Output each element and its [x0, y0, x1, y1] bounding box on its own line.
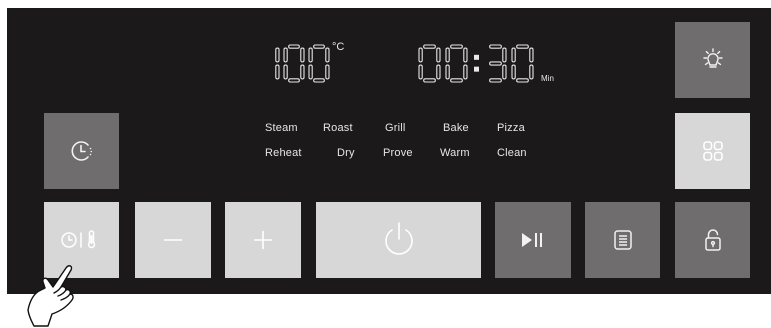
timer-colon-dot	[474, 66, 479, 72]
digit-segment	[489, 44, 502, 49]
digit-segment	[418, 64, 423, 80]
play-pause-icon	[522, 233, 542, 247]
clock-dotted-icon	[70, 141, 92, 161]
plus-button[interactable]	[225, 202, 301, 278]
mode-roast: Roast	[323, 122, 353, 134]
digit-segment	[423, 78, 436, 83]
digit-segment	[445, 64, 450, 80]
light-button[interactable]	[675, 22, 750, 98]
list-icon	[613, 230, 632, 250]
digit-segment	[288, 44, 300, 49]
digit-segment	[445, 47, 450, 63]
digit-segment	[463, 47, 468, 63]
recipe-button[interactable]	[585, 202, 660, 278]
digit-segment	[489, 78, 502, 83]
clock-thermometer-icon	[60, 230, 95, 249]
timer-colon-dot	[474, 54, 479, 60]
digit-segment	[313, 44, 325, 49]
temperature-unit: °C	[332, 41, 345, 53]
digit-segment	[300, 64, 305, 80]
mode-warm: Warm	[440, 147, 470, 159]
digit-segment	[325, 64, 330, 80]
power-icon	[384, 222, 413, 255]
digit-segment	[275, 47, 280, 63]
digit-segment	[423, 44, 436, 49]
digit-segment	[450, 78, 463, 83]
digit-segment	[516, 78, 529, 83]
mode-reheat: Reheat	[265, 147, 302, 159]
digit-segment	[516, 44, 529, 49]
digit-segment	[502, 47, 507, 63]
power-button[interactable]	[316, 202, 481, 278]
mode-bake: Bake	[443, 122, 469, 134]
mode-clean: Clean	[497, 147, 527, 159]
digit-segment	[275, 64, 280, 80]
minus-icon	[164, 239, 182, 241]
digit-segment	[511, 64, 516, 80]
plus-icon	[254, 231, 272, 249]
digit-segment	[288, 78, 300, 83]
digit-segment	[436, 47, 441, 63]
digit-segment	[463, 64, 468, 80]
mode-dry: Dry	[337, 147, 355, 159]
mode-prove: Prove	[383, 147, 413, 159]
temperature-digits	[275, 44, 330, 83]
pointing-hand-icon	[27, 265, 74, 327]
four-squares-icon	[702, 141, 723, 161]
digit-segment	[308, 64, 313, 80]
digit-segment	[450, 44, 463, 49]
digit-segment	[300, 47, 305, 63]
digit-segment	[283, 47, 288, 63]
timer-digits	[418, 44, 534, 83]
digit-segment	[502, 64, 507, 80]
digit-segment	[313, 78, 325, 83]
digit-segment	[308, 47, 313, 63]
play-pause-button[interactable]	[495, 202, 571, 278]
delay-timer-button[interactable]	[44, 113, 119, 189]
digit-segment	[511, 47, 516, 63]
light-bulb-icon	[702, 48, 723, 68]
digit-segment	[436, 64, 441, 80]
lock-button[interactable]	[675, 202, 750, 278]
menu-button[interactable]	[675, 113, 750, 189]
padlock-icon	[704, 229, 721, 251]
digit-segment	[325, 47, 330, 63]
mode-pizza: Pizza	[497, 122, 525, 134]
timer-unit: Min	[541, 74, 554, 83]
digit-segment	[283, 64, 288, 80]
mode-steam: Steam	[265, 122, 298, 134]
digit-segment	[529, 47, 534, 63]
mode-grill: Grill	[385, 122, 406, 134]
digit-segment	[418, 47, 423, 63]
digit-segment	[489, 61, 502, 66]
minus-button[interactable]	[135, 202, 211, 278]
digit-segment	[529, 64, 534, 80]
